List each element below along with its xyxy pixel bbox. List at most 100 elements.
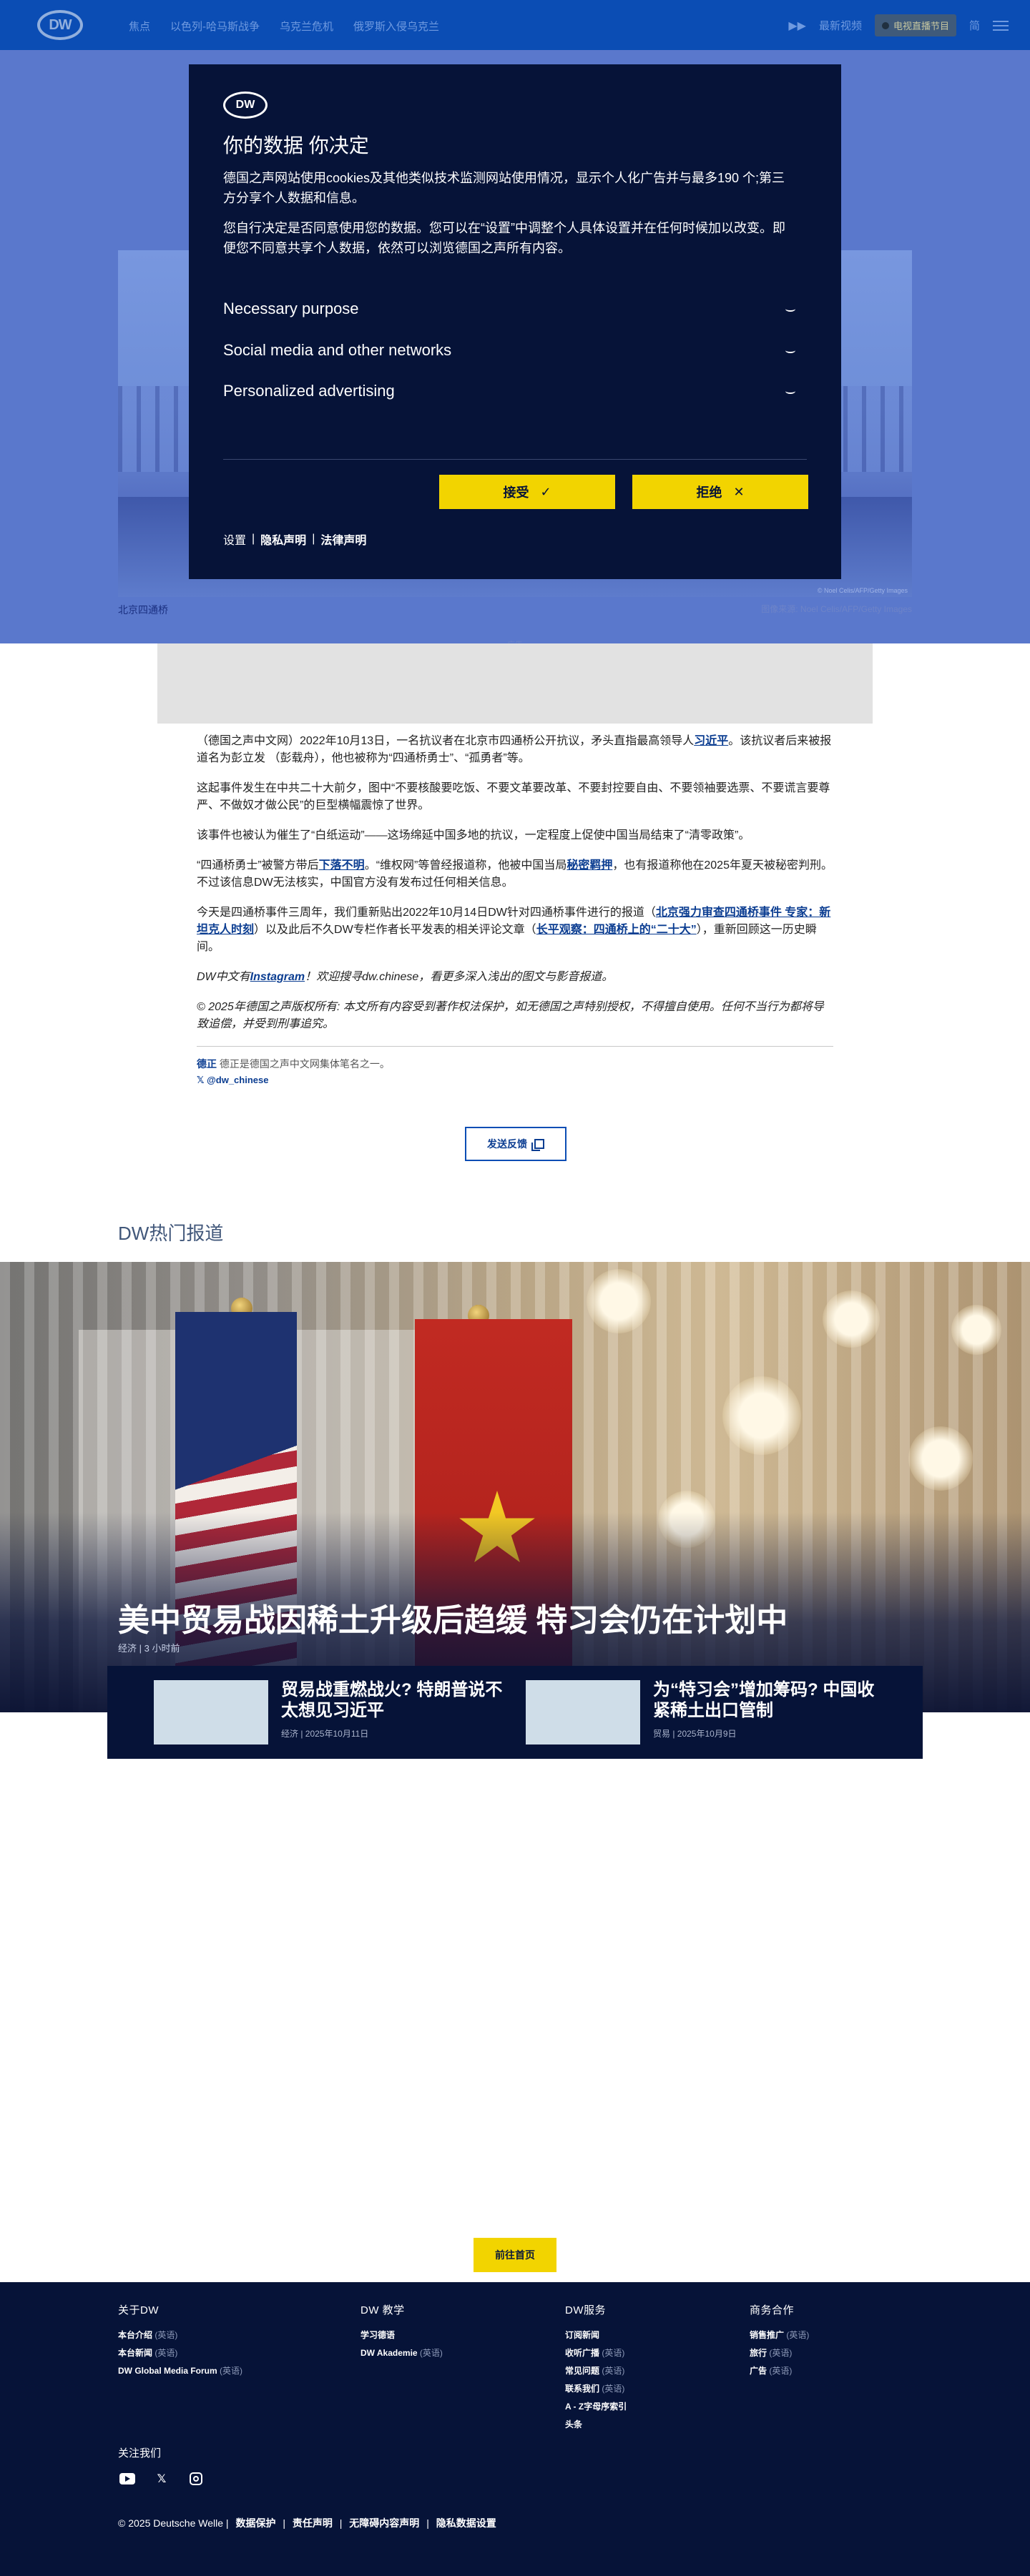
consent-divider	[223, 459, 807, 460]
footer-col-title: DW服务	[565, 2304, 606, 2316]
author-social[interactable]: 𝕏 @dw_chinese	[197, 1073, 833, 1087]
accordion-personalized-ads[interactable]: Personalized advertising	[223, 377, 795, 405]
footer-link[interactable]: DW Global Media Forum (英语)	[118, 2364, 242, 2377]
check-icon: ✓	[540, 484, 551, 499]
author-info: 德正 德正是德国之声中文网集体笔名之一。	[197, 1058, 390, 1070]
accordion-social-media[interactable]: Social media and other networks	[223, 336, 795, 365]
footer-col-title: DW 教学	[360, 2304, 405, 2316]
related-stories: 贸易战重燃战火? 特朗普说不太想见习近平 经济 | 2025年10月11日 为“…	[107, 1666, 923, 1759]
footer-link[interactable]: 学习德语	[360, 2329, 443, 2341]
accept-button[interactable]: 接受 ✓	[439, 475, 615, 509]
close-icon: ✕	[733, 484, 745, 499]
video-icon[interactable]: ▶▶	[788, 19, 806, 33]
legal-notice-link[interactable]: 法律声明	[320, 531, 366, 548]
paragraph-3: 该事件也被认为催生了“白纸运动”——这场绵延中国多地的抗议，一定程度上促使中国当…	[197, 829, 750, 842]
related-story-2[interactable]: 为“特习会”增加筹码? 中国收紧稀土出口管制 贸易 | 2025年10月9日	[526, 1680, 889, 1745]
settings-link[interactable]: 设置	[223, 531, 246, 548]
footer-link[interactable]: A - Z字母序索引	[565, 2400, 627, 2412]
related-title: 贸易战重燃战火? 特朗普说不太想见习近平	[281, 1680, 503, 1720]
link-instagram[interactable]: Instagram	[250, 971, 305, 983]
live-dot-icon	[881, 21, 889, 29]
footer-link[interactable]: 销售推广 (英语)	[750, 2329, 809, 2341]
accordion-necessary-purpose[interactable]: Necessary purpose	[223, 295, 795, 323]
x-icon[interactable]: 𝕏	[152, 2469, 171, 2488]
footer-col-title: 商务合作	[750, 2304, 795, 2316]
dw-logo[interactable]: DW	[37, 10, 83, 40]
photo-watermark: © Noel Celis/AFP/Getty Images	[817, 587, 908, 594]
go-home-button[interactable]: 前往首页	[474, 2238, 556, 2272]
image-credit: 图像来源: Noel Celis/AFP/Getty Images	[761, 604, 912, 614]
nav-item-ukraine-crisis[interactable]: 乌克兰危机	[280, 19, 333, 34]
footer-link[interactable]: 订阅新闻	[565, 2329, 627, 2341]
related-title: 为“特习会”增加筹码? 中国收紧稀土出口管制	[653, 1680, 875, 1720]
hot-section-title: DW热门报道	[118, 1223, 224, 1244]
paragraph-1: （德国之声中文网）2022年10月13日，一名抗议者在北京市四通桥公开抗议，矛头…	[197, 735, 832, 764]
youtube-icon[interactable]	[118, 2469, 137, 2488]
copyright: © 2025 Deutsche Welle	[118, 2517, 224, 2529]
footer-col-services: DW服务 订阅新闻 收听广播 (英语) 常见问题 (英语) 联系我们 (英语) …	[565, 2302, 627, 2436]
chevron-down-icon	[785, 306, 795, 312]
link-related-commentary[interactable]: 长平观察：四通桥上的“二十大”	[536, 924, 697, 936]
related-story-1[interactable]: 贸易战重燃战火? 特朗普说不太想见习近平 经济 | 2025年10月11日	[154, 1680, 517, 1745]
language-switch[interactable]: 简	[969, 18, 980, 33]
related-meta: 贸易 | 2025年10月9日	[653, 1728, 737, 1739]
featured-story-meta: 经济 | 3 小时前	[118, 1643, 180, 1654]
live-tv-button[interactable]: 电视直播节目	[874, 14, 956, 36]
nav-item-israel-hamas[interactable]: 以色列-哈马斯战争	[170, 19, 260, 34]
instagram-icon[interactable]	[187, 2469, 205, 2488]
footer-link[interactable]: 常见问题 (英语)	[565, 2364, 627, 2377]
legal-link-privacy-settings[interactable]: 隐私数据设置	[436, 2517, 496, 2529]
footer-col-business: 商务合作 销售推广 (英语) 旅行 (英语) 广告 (英语)	[750, 2302, 809, 2382]
footer-link[interactable]: 本台介绍 (英语)	[118, 2329, 242, 2341]
link-secret-detention[interactable]: 秘密羁押	[566, 859, 612, 872]
instagram-promo: DW中文有Instagram！欢迎搜寻dw.chinese，看更多深入浅出的图文…	[197, 971, 614, 983]
privacy-link[interactable]: 隐私声明	[260, 531, 306, 548]
footer-link[interactable]: 联系我们 (英语)	[565, 2382, 627, 2394]
chevron-down-icon	[785, 388, 795, 394]
footer-link[interactable]: 广告 (英语)	[750, 2364, 809, 2377]
consent-title: 你的数据 你决定	[223, 134, 369, 157]
author-name[interactable]: 德正	[197, 1058, 217, 1070]
paragraph-5: 今天是四通桥事件三周年，我们重新贴出2022年10月14日DW针对四通桥事件进行…	[197, 907, 831, 953]
footer-link[interactable]: 旅行 (英语)	[750, 2346, 809, 2359]
featured-story-title[interactable]: 美中贸易战因稀土升级后趋缓 特习会仍在计划中	[118, 1594, 788, 1640]
nav-item-focus[interactable]: 焦点	[129, 19, 150, 34]
footer-legal: © 2025 Deutsche Welle | 数据保护 | 责任声明 | 无障…	[118, 2517, 496, 2529]
link-xi-jinping[interactable]: 习近平	[694, 735, 728, 747]
reject-button[interactable]: 拒绝 ✕	[632, 475, 808, 509]
paragraph-4: “四通桥勇士”被警方带后下落不明。“维权网”等曾经报道称，他被中国当局秘密羁押，…	[197, 859, 833, 889]
consent-body: 德国之声网站使用cookies及其他类似技术监测网站使用情况，显示个人化广告并与…	[223, 169, 795, 269]
top-navigation-bar: DW 焦点 以色列-哈马斯战争 乌克兰危机 俄罗斯入侵乌克兰 ▶▶ 最新视频 电…	[0, 0, 1030, 50]
related-meta: 经济 | 2025年10月11日	[281, 1728, 369, 1739]
footer-link[interactable]: DW Akademie (英语)	[360, 2346, 443, 2359]
legal-link-data-protection[interactable]: 数据保护	[235, 2517, 275, 2529]
nav-item-russia-invasion[interactable]: 俄罗斯入侵乌克兰	[353, 19, 439, 34]
footer-link[interactable]: 头条	[565, 2418, 627, 2430]
link-whereabouts-unknown[interactable]: 下落不明	[319, 859, 365, 872]
dw-logo: DW	[223, 92, 268, 119]
legal-link-accessibility[interactable]: 无障碍内容声明	[349, 2517, 419, 2529]
consent-links: 设置 | 隐私声明 | 法律声明	[223, 531, 366, 548]
main-nav: 焦点 以色列-哈马斯战争 乌克兰危机 俄罗斯入侵乌克兰	[129, 19, 439, 34]
footer-link[interactable]: 本台新闻 (英语)	[118, 2346, 242, 2359]
latest-video-link[interactable]: 最新视频	[819, 18, 862, 33]
author-divider	[197, 1046, 833, 1047]
consent-text-2: 您自行决定是否同意使用您的数据。您可以在“设置”中调整个人具体设置并在任何时候加…	[223, 220, 785, 255]
site-footer: 关于DW 本台介绍 (英语) 本台新闻 (英语) DW Global Media…	[0, 2282, 1030, 2576]
paragraph-2: 这起事件发生在中共二十大前夕，图中“不要核酸要吃饭、不要文革要改革、不要封控要自…	[197, 782, 830, 811]
article-body: （德国之声中文网）2022年10月13日，一名抗议者在北京市四通桥公开抗议，矛头…	[197, 733, 833, 1087]
consent-text-1: 德国之声网站使用cookies及其他类似技术监测网站使用情况，显示个人化广告并与…	[223, 171, 785, 205]
image-caption: 北京四通桥	[118, 604, 168, 616]
consent-dialog: DW 你的数据 你决定 德国之声网站使用cookies及其他类似技术监测网站使用…	[189, 64, 841, 579]
footer-link[interactable]: 收听广播 (英语)	[565, 2346, 627, 2359]
social-links: 𝕏	[118, 2469, 205, 2488]
header-actions: ▶▶ 最新视频 电视直播节目 简	[788, 14, 1009, 36]
footer-col-about: 关于DW 本台介绍 (英语) 本台新闻 (英语) DW Global Media…	[118, 2302, 242, 2382]
chevron-down-icon	[785, 347, 795, 353]
copyright-notice: © 2025年德国之声版权所有: 本文所有内容受到著作权法保护，如无德国之声特别…	[197, 1001, 824, 1030]
x-icon: 𝕏	[197, 1075, 207, 1085]
menu-icon[interactable]	[993, 20, 1009, 31]
send-feedback-button[interactable]: 发送反馈	[465, 1127, 566, 1161]
footer-col-title: 关于DW	[118, 2304, 159, 2316]
legal-link-liability[interactable]: 责任声明	[293, 2517, 333, 2529]
